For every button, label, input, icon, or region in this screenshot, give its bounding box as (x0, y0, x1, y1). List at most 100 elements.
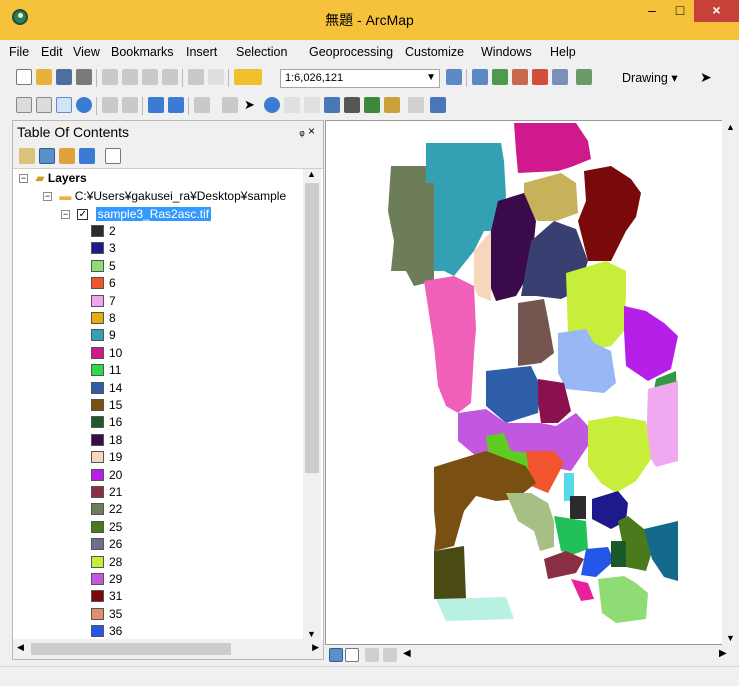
scale-combobox[interactable]: 1:6,026,121 ▼ (280, 69, 440, 88)
collapse-icon[interactable]: − (43, 192, 52, 202)
select-pointer-icon[interactable]: ➤ (244, 97, 260, 113)
scroll-down-icon[interactable]: ▼ (726, 633, 735, 643)
raster-map[interactable] (326, 121, 722, 644)
region-36[interactable] (581, 547, 614, 577)
zoom-out-icon[interactable] (36, 97, 52, 113)
menu-windows[interactable]: Windows (481, 45, 532, 59)
model-builder-icon[interactable] (576, 69, 592, 85)
add-data-icon[interactable] (234, 69, 262, 85)
legend-swatch[interactable] (91, 312, 104, 324)
legend-swatch[interactable] (91, 538, 104, 551)
scroll-thumb[interactable] (305, 183, 319, 473)
legend-swatch[interactable] (91, 259, 104, 272)
toc-horizontal-scrollbar[interactable]: ◀ ▶ (13, 639, 323, 659)
region-22[interactable] (388, 166, 434, 286)
legend-swatch[interactable] (91, 451, 104, 464)
scroll-left-icon[interactable]: ◀ (17, 642, 24, 653)
delete-icon[interactable] (162, 69, 178, 85)
clear-selection-icon[interactable] (222, 97, 238, 113)
save-icon[interactable] (56, 69, 72, 85)
open-folder-icon[interactable] (36, 69, 52, 85)
pin-close-icon[interactable]: ᵩ × (299, 124, 315, 138)
menu-view[interactable]: View (73, 45, 100, 59)
map-vertical-scrollbar[interactable]: ▲ ▼ (722, 120, 739, 645)
region-darkred[interactable] (544, 551, 584, 579)
maximize-button[interactable]: □ (666, 0, 694, 22)
region-magenta2[interactable] (571, 579, 594, 601)
legend-swatch[interactable] (91, 225, 104, 237)
layers-node[interactable]: − ▰ Layers (19, 171, 87, 187)
region-10[interactable] (514, 123, 591, 173)
menu-insert[interactable]: Insert (186, 45, 217, 59)
region-5[interactable] (598, 576, 648, 623)
chevron-down-icon[interactable]: ▼ (426, 72, 436, 83)
scroll-thumb[interactable] (31, 643, 231, 655)
legend-swatch[interactable] (91, 242, 104, 255)
legend-swatch[interactable] (91, 329, 104, 342)
options-icon[interactable] (105, 148, 121, 164)
list-by-visibility-icon[interactable] (59, 148, 75, 164)
region-olive[interactable] (434, 546, 466, 599)
list-by-selection-icon[interactable] (79, 148, 95, 164)
collapse-icon[interactable]: − (61, 210, 70, 220)
drawing-menu[interactable]: Drawing ▾ (622, 70, 678, 85)
region-31[interactable] (578, 166, 641, 261)
folder-node[interactable]: − ▬ C:¥Users¥gakusei_ra¥Desktop¥sample (43, 189, 286, 205)
table-icon[interactable] (472, 69, 488, 85)
create-viewer-icon[interactable] (430, 97, 446, 113)
legend-swatch[interactable] (91, 399, 104, 411)
cut-icon[interactable] (102, 69, 118, 85)
undo-icon[interactable] (188, 69, 204, 85)
legend-swatch[interactable] (91, 416, 104, 429)
legend-swatch[interactable] (91, 468, 104, 481)
layout-view-icon[interactable] (345, 648, 359, 662)
identify-icon[interactable] (264, 97, 280, 113)
scroll-up-icon[interactable]: ▲ (726, 122, 735, 132)
back-extent-icon[interactable] (148, 97, 164, 113)
region-dkgreen[interactable] (611, 541, 626, 567)
region-2[interactable] (570, 496, 586, 519)
toc-vertical-scrollbar[interactable]: ▲ ▼ (303, 169, 321, 639)
collapse-icon[interactable]: − (19, 174, 28, 184)
measure-icon[interactable] (324, 97, 340, 113)
legend-swatch[interactable] (91, 625, 104, 638)
legend-swatch[interactable] (91, 277, 104, 290)
legend-swatch[interactable] (91, 573, 104, 585)
minimize-button[interactable]: – (638, 0, 666, 22)
find-icon[interactable] (344, 97, 360, 113)
layer-node[interactable]: − ✓ sample3_Ras2asc.tif (61, 207, 212, 223)
legend-swatch[interactable] (91, 381, 104, 394)
scroll-up-icon[interactable]: ▲ (307, 169, 316, 179)
menu-bookmarks[interactable]: Bookmarks (111, 45, 174, 59)
layer-visibility-checkbox[interactable]: ✓ (77, 209, 89, 221)
legend-swatch[interactable] (91, 364, 104, 377)
menu-selection[interactable]: Selection (236, 45, 287, 59)
catalog-icon[interactable] (492, 69, 508, 85)
menu-file[interactable]: File (9, 45, 29, 59)
legend-swatch[interactable] (91, 607, 104, 620)
list-by-source-icon[interactable] (39, 148, 55, 164)
scroll-right-icon[interactable]: ▶ (312, 642, 319, 653)
scroll-right-icon[interactable]: ▶ (719, 648, 727, 659)
scroll-left-icon[interactable]: ◀ (403, 648, 411, 659)
region-lavender[interactable] (646, 381, 678, 467)
layer-name[interactable]: sample3_Ras2asc.tif (95, 207, 212, 221)
forward-extent-icon[interactable] (168, 97, 184, 113)
paste-icon[interactable] (142, 69, 158, 85)
copy-icon[interactable] (122, 69, 138, 85)
legend-swatch[interactable] (91, 555, 104, 568)
map-view[interactable] (325, 120, 739, 645)
menu-edit[interactable]: Edit (41, 45, 63, 59)
arctoolbox-icon[interactable] (532, 69, 548, 85)
data-view-icon[interactable] (329, 648, 343, 662)
fixed-zoom-out-icon[interactable] (122, 97, 138, 113)
editor-icon[interactable] (446, 69, 462, 85)
region-14[interactable] (486, 366, 541, 423)
redo-icon[interactable] (208, 69, 224, 85)
html-popup-icon[interactable] (304, 97, 320, 113)
region-brown[interactable] (518, 299, 554, 366)
legend-swatch[interactable] (91, 520, 104, 533)
select-elements-icon[interactable]: ➤ (700, 69, 716, 85)
zoom-in-icon[interactable] (16, 97, 32, 113)
region-mint[interactable] (436, 597, 514, 621)
